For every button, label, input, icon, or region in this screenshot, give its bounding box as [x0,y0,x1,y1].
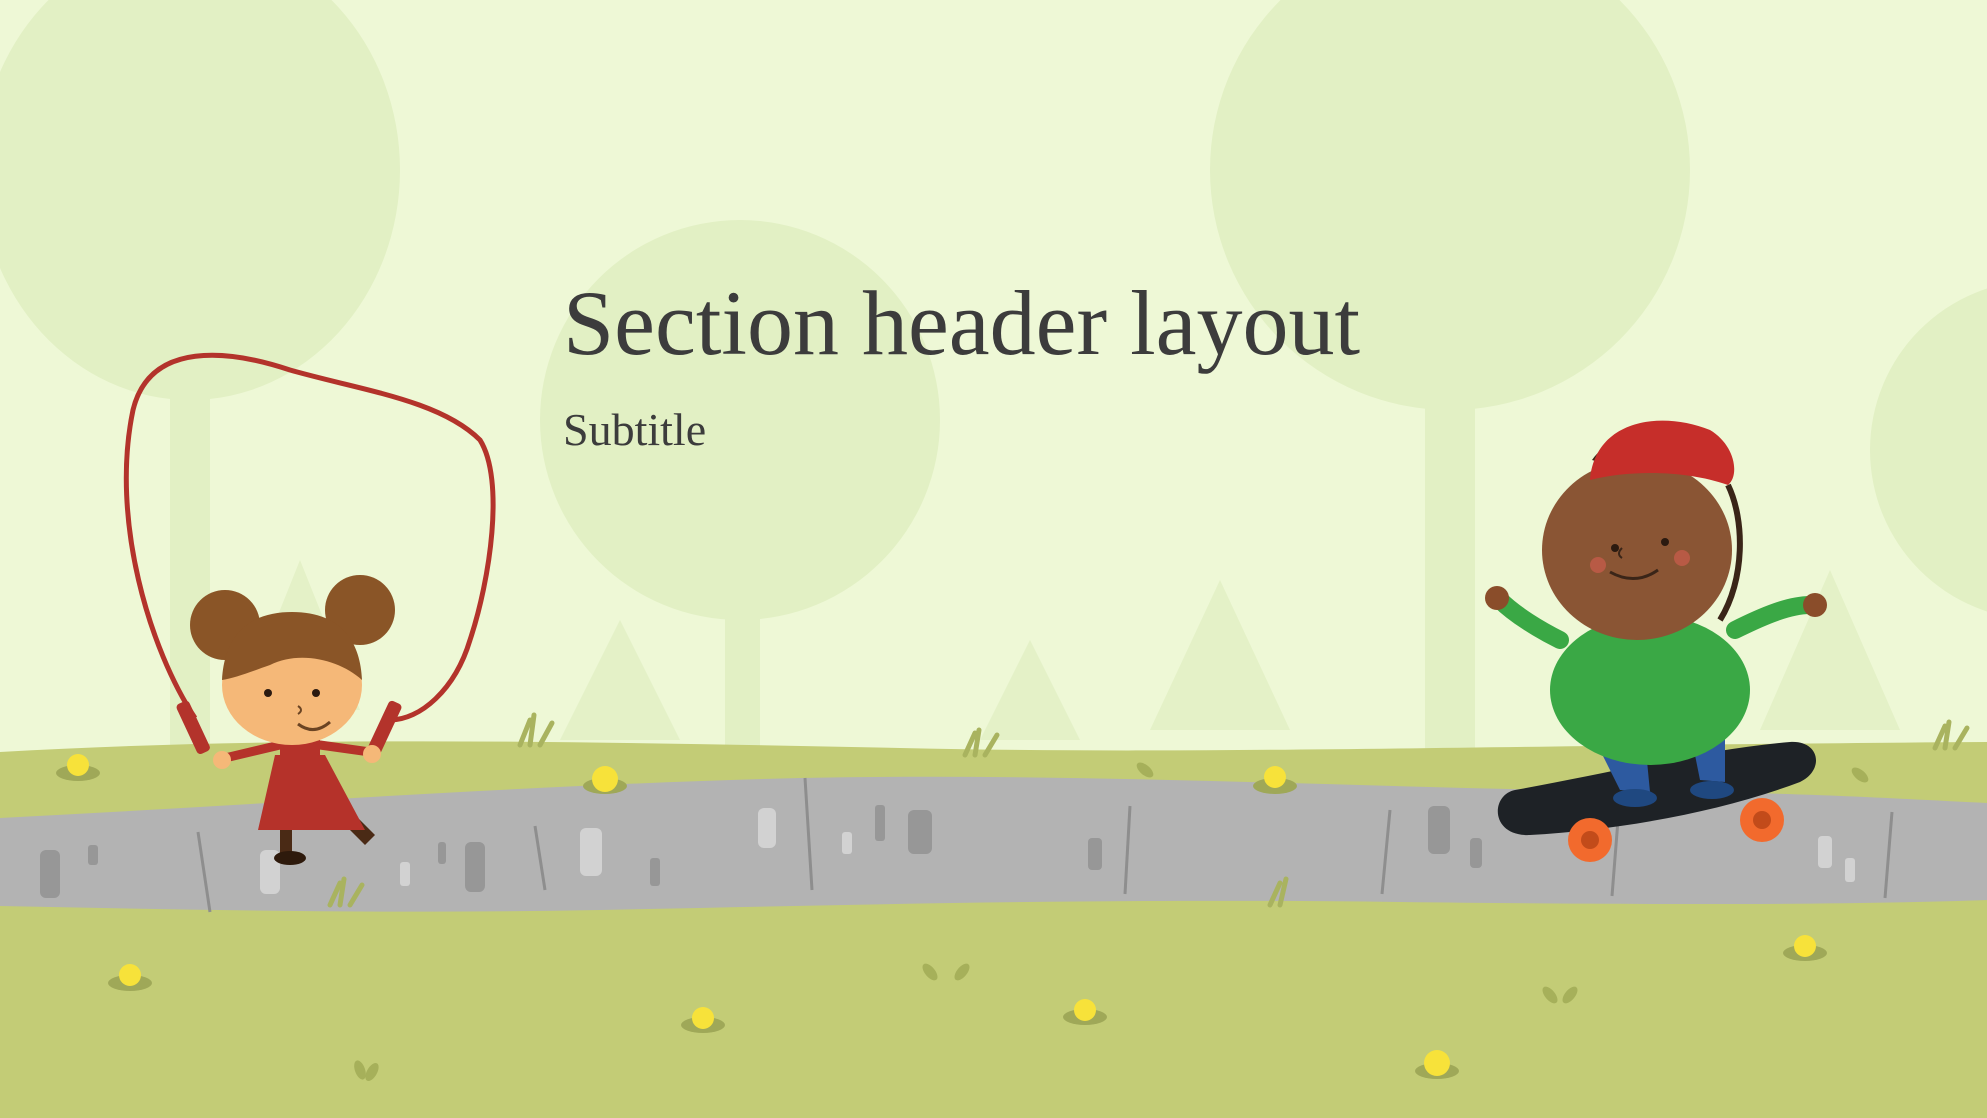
slide-subtitle[interactable]: Subtitle [563,400,706,460]
slide-title[interactable]: Section header layout [563,268,1360,378]
slide: Section header layout Subtitle [0,0,1987,1118]
background-illustration [0,0,1987,1118]
